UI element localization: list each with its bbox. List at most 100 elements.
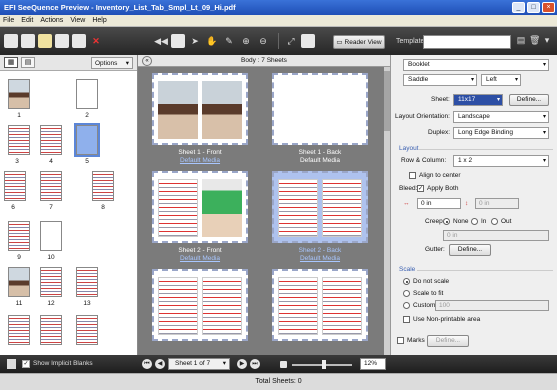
page-view-icon[interactable] — [171, 34, 185, 48]
template-save-icon[interactable]: ▤ — [516, 35, 526, 49]
creep-in-radio[interactable] — [471, 218, 478, 225]
media-link[interactable]: Default Media — [265, 255, 375, 263]
template-menu-icon[interactable]: ▾ — [542, 35, 552, 49]
page-thumbnail[interactable] — [40, 315, 62, 345]
page-thumbnail[interactable] — [76, 79, 98, 109]
pencil-tool-icon[interactable]: ✎ — [222, 34, 236, 48]
thumbnail-view-tab[interactable]: ▦ — [4, 57, 18, 68]
new-document-icon[interactable] — [4, 34, 18, 48]
marks-define-button[interactable]: Define... — [427, 335, 469, 347]
menu-view[interactable]: View — [70, 17, 85, 24]
bleed-vertical-input[interactable]: 0 in — [475, 198, 519, 209]
page-thumbnail[interactable] — [40, 125, 62, 155]
sheet-thumbnail[interactable] — [152, 171, 248, 243]
page-thumbnail[interactable] — [76, 315, 98, 345]
single-page-icon[interactable] — [301, 34, 315, 48]
sheet-define-button[interactable]: Define... — [509, 94, 549, 106]
zoom-slider-handle[interactable] — [322, 360, 326, 369]
sheet-navigation-select[interactable]: Sheet 1 of 7 ▾ — [168, 358, 230, 370]
bleed-horizontal-input[interactable]: 0 in — [417, 198, 461, 209]
duplex-select[interactable]: Long Edge Binding ▾ — [453, 127, 549, 139]
menu-help[interactable]: Help — [92, 17, 106, 24]
page-thumbnail[interactable] — [92, 171, 114, 201]
bleed-vertical-icon: ↕ — [465, 200, 469, 207]
page-thumbnail[interactable] — [4, 171, 26, 201]
folder-icon[interactable] — [38, 34, 52, 48]
next-sheet-icon[interactable]: ▶ — [237, 359, 247, 369]
media-link[interactable]: Default Media — [145, 157, 255, 165]
zoom-out-icon[interactable]: ⊖ — [256, 34, 270, 48]
hand-tool-icon[interactable]: ✋ — [205, 34, 219, 48]
template-select[interactable] — [423, 35, 511, 49]
page-thumbnail[interactable] — [40, 171, 62, 201]
scale-custom-radio[interactable] — [403, 302, 410, 309]
chevron-down-icon: ▾ — [222, 360, 226, 367]
page-number: 6 — [11, 204, 15, 211]
media-link[interactable]: Default Media — [145, 255, 255, 263]
template-delete-icon[interactable]: 🗑 — [529, 35, 540, 49]
apply-both-checkbox[interactable]: ✓ — [417, 185, 424, 192]
open-document-icon[interactable] — [21, 34, 35, 48]
marks-checkbox[interactable] — [397, 337, 404, 344]
show-blanks-checkbox[interactable]: ✓ — [22, 360, 30, 368]
page-thumbnail-selected[interactable] — [74, 123, 100, 157]
menu-edit[interactable]: Edit — [21, 17, 33, 24]
booklet-select[interactable]: Booklet ▾ — [403, 59, 549, 71]
page-thumbnail[interactable] — [40, 221, 62, 251]
last-sheet-icon[interactable]: ⏭ — [250, 359, 260, 369]
reader-view-button[interactable]: ▭ Reader View — [333, 35, 385, 49]
non-printable-checkbox[interactable] — [403, 316, 410, 323]
print-icon[interactable] — [72, 34, 86, 48]
thumbnail-list[interactable]: 1 2 3 4 5 6 7 8 9 10 11 12 13 — [0, 71, 138, 355]
sheet-thumbnail-selected[interactable] — [272, 171, 368, 243]
chevron-down-icon: ▾ — [125, 60, 129, 67]
page-thumbnail[interactable] — [8, 221, 30, 251]
minimize-button[interactable]: _ — [512, 2, 525, 13]
gutter-define-button[interactable]: Define... — [449, 244, 491, 256]
fit-page-icon[interactable]: ⤢ — [284, 34, 298, 48]
menu-file[interactable]: File — [3, 17, 14, 24]
first-sheet-icon[interactable]: ⏮ — [142, 359, 152, 369]
page-thumbnail[interactable] — [40, 267, 62, 297]
row-column-select[interactable]: 1 x 2 ▾ — [453, 155, 549, 167]
sheet-thumbnail[interactable] — [272, 269, 368, 341]
page-image — [278, 277, 318, 335]
scale-fit-radio[interactable] — [403, 290, 410, 297]
page-thumbnail[interactable] — [8, 267, 30, 297]
creep-none-radio[interactable] — [443, 218, 450, 225]
sheet-thumbnail[interactable] — [152, 73, 248, 145]
options-dropdown[interactable]: Options ▾ — [91, 57, 133, 69]
scale-custom-input[interactable]: 100 — [435, 300, 549, 311]
zoom-small-icon[interactable] — [280, 361, 287, 368]
zoom-in-icon[interactable]: ⊕ — [239, 34, 253, 48]
scale-none-radio[interactable] — [403, 278, 410, 285]
page-thumbnail[interactable] — [76, 267, 98, 297]
close-button[interactable]: × — [542, 2, 555, 13]
creep-out-radio[interactable] — [491, 218, 498, 225]
delete-icon[interactable]: ✕ — [89, 34, 103, 48]
select-arrow-icon[interactable]: ➤ — [188, 34, 202, 48]
page-thumbnail[interactable] — [8, 79, 30, 109]
sheet-thumbnail[interactable] — [152, 269, 248, 341]
save-icon[interactable] — [55, 34, 69, 48]
page-thumbnail[interactable] — [8, 125, 30, 155]
zoom-level-input[interactable]: 12% — [360, 358, 386, 370]
maximize-button[interactable]: □ — [527, 2, 540, 13]
window-titlebar: EFI SeeQuence Preview - Inventory_List_T… — [0, 0, 557, 15]
collapse-icon[interactable]: « — [142, 56, 152, 66]
binding-side-select[interactable]: Left ▾ — [481, 74, 521, 86]
binding-select[interactable]: Saddle ▾ — [403, 74, 477, 86]
align-center-checkbox[interactable] — [409, 172, 416, 179]
sheet-size-select[interactable]: 11x17 ▾ — [453, 94, 503, 106]
previous-sheet-icon[interactable]: ◀ — [155, 359, 165, 369]
scale-custom-label: Custom — [413, 302, 436, 309]
creep-value-input[interactable]: 0 in — [443, 230, 549, 241]
rewind-icon[interactable]: ◀◀ — [154, 34, 168, 48]
sheet-thumbnail[interactable] — [272, 73, 368, 145]
sheet-grid[interactable]: Sheet 1 - Front Default Media Sheet 1 - … — [138, 67, 384, 355]
orientation-select[interactable]: Landscape ▾ — [453, 111, 549, 123]
list-view-tab[interactable]: ▤ — [21, 57, 35, 68]
creep-label: Creep: — [425, 218, 445, 225]
page-thumbnail[interactable] — [8, 315, 30, 345]
menu-actions[interactable]: Actions — [40, 17, 63, 24]
